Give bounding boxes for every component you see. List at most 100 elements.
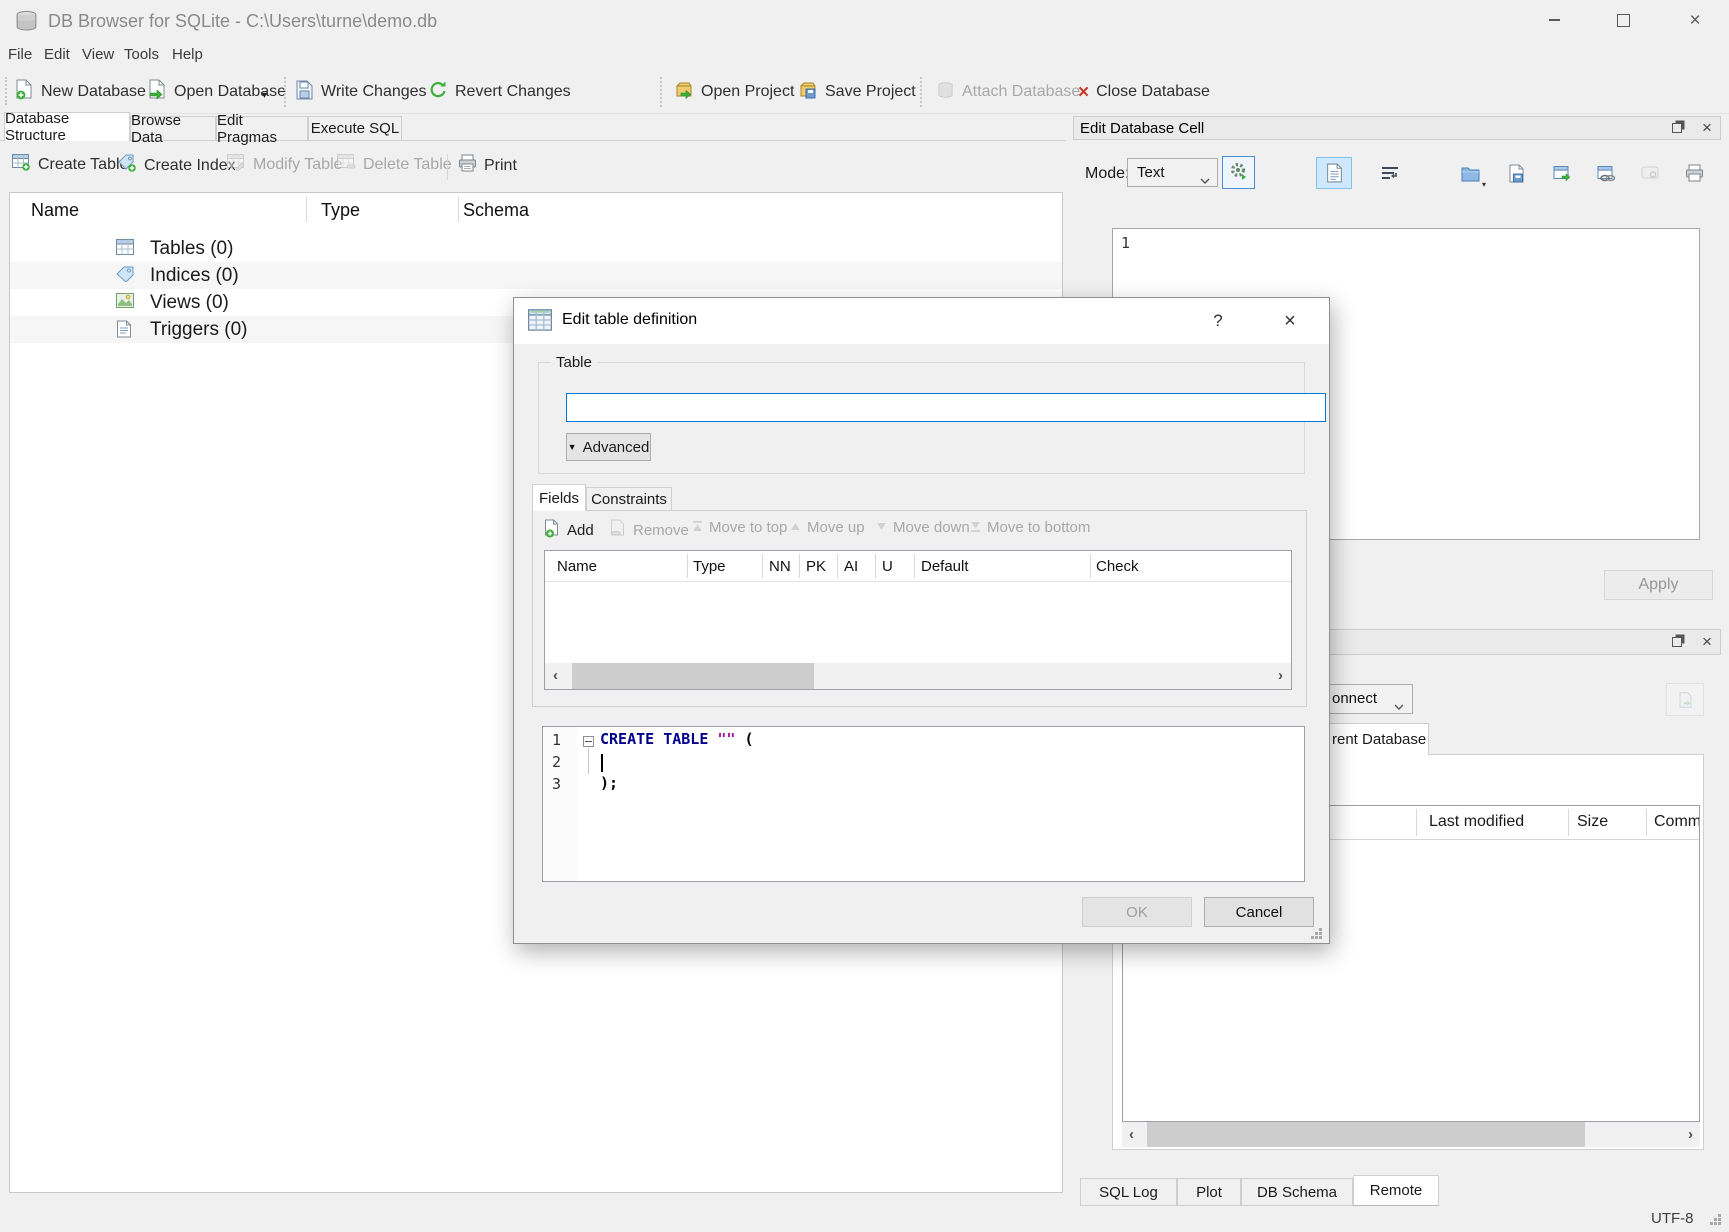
fold-collapse-icon[interactable]: [583, 736, 594, 747]
column-divider[interactable]: [1568, 809, 1569, 836]
link-data-icon[interactable]: [1588, 157, 1624, 189]
sql-preview: 1 2 3 CREATE TABLE "" ( );: [542, 726, 1305, 882]
save-project-button[interactable]: Save Project: [798, 77, 916, 107]
column-divider[interactable]: [306, 197, 307, 222]
tree-column-schema[interactable]: Schema: [463, 200, 529, 221]
dialog-help-button[interactable]: ?: [1200, 305, 1236, 337]
remote-column-last-modified[interactable]: Last modified: [1429, 813, 1524, 831]
dialog-close-button[interactable]: ×: [1272, 305, 1308, 337]
cancel-button[interactable]: Cancel: [1204, 897, 1314, 927]
maximize-button[interactable]: [1600, 0, 1646, 40]
add-field-button[interactable]: Add: [544, 519, 594, 542]
scrollbar-thumb[interactable]: [1147, 1122, 1585, 1147]
close-panel-icon[interactable]: ×: [1700, 635, 1714, 649]
scroll-right-icon[interactable]: ›: [1278, 668, 1283, 683]
remote-tab-label: rent Database: [1332, 731, 1426, 748]
scrollbar-thumb[interactable]: [572, 663, 814, 689]
export-file-icon[interactable]: [1498, 157, 1534, 189]
remote-column-commit[interactable]: Comm: [1654, 813, 1700, 831]
remote-column-size[interactable]: Size: [1577, 813, 1608, 831]
tab-db-schema[interactable]: DB Schema: [1241, 1178, 1353, 1206]
col-name[interactable]: Name: [557, 558, 597, 575]
column-divider[interactable]: [837, 554, 838, 578]
menu-help[interactable]: Help: [164, 42, 211, 67]
col-type[interactable]: Type: [693, 558, 726, 575]
column-divider[interactable]: [687, 554, 688, 578]
write-changes-button[interactable]: Write Changes: [295, 77, 427, 107]
cell-settings-button[interactable]: [1222, 156, 1255, 189]
column-divider[interactable]: [875, 554, 876, 578]
sql-keyword: CREATE TABLE: [600, 730, 708, 748]
menu-file[interactable]: File: [0, 42, 40, 67]
create-table-button[interactable]: Create Table: [12, 154, 128, 176]
create-index-button[interactable]: Create Index: [118, 154, 236, 177]
encoding-status[interactable]: UTF-8: [1651, 1210, 1694, 1227]
tab-sql-log[interactable]: SQL Log: [1080, 1178, 1177, 1206]
tab-label: Remote: [1370, 1182, 1423, 1199]
tab-browse-data[interactable]: Browse Data: [130, 116, 216, 141]
resize-grip-icon[interactable]: [1710, 1214, 1713, 1217]
open-database-dropdown-icon[interactable]: ▾: [262, 90, 267, 101]
fields-grid-hscrollbar[interactable]: ‹ ›: [545, 663, 1291, 689]
column-divider[interactable]: [1090, 554, 1091, 578]
col-u[interactable]: U: [882, 558, 893, 575]
col-default[interactable]: Default: [921, 558, 969, 575]
text-mode-icon[interactable]: [1316, 157, 1352, 189]
column-divider[interactable]: [1646, 809, 1647, 836]
tree-column-type[interactable]: Type: [321, 200, 360, 221]
table-name-input[interactable]: [566, 393, 1326, 422]
close-button[interactable]: ×: [1672, 0, 1718, 40]
remote-hscrollbar[interactable]: ‹ ›: [1122, 1122, 1700, 1147]
tab-remote[interactable]: Remote: [1353, 1175, 1439, 1206]
open-in-window-icon[interactable]: [1544, 157, 1580, 189]
minimize-button[interactable]: [1531, 0, 1577, 40]
dialog-resize-grip-icon[interactable]: [1311, 928, 1314, 931]
line-number: 3: [552, 775, 561, 793]
scroll-right-icon[interactable]: ›: [1688, 1127, 1693, 1142]
import-file-icon[interactable]: ▾: [1452, 157, 1488, 189]
col-ai[interactable]: AI: [844, 558, 858, 575]
menu-edit[interactable]: Edit: [36, 42, 78, 67]
tab-edit-pragmas[interactable]: Edit Pragmas: [216, 116, 308, 141]
revert-changes-button[interactable]: Revert Changes: [428, 77, 571, 107]
tab-execute-sql[interactable]: Execute SQL: [308, 116, 402, 141]
mode-select[interactable]: Text: [1127, 158, 1218, 187]
col-nn[interactable]: NN: [769, 558, 791, 575]
tree-row-indices[interactable]: Indices (0): [10, 262, 1062, 289]
apply-label: Apply: [1638, 576, 1678, 594]
advanced-button[interactable]: ▼ Advanced: [566, 433, 651, 461]
scroll-left-icon[interactable]: ‹: [553, 668, 558, 683]
word-wrap-icon[interactable]: [1372, 157, 1408, 189]
column-divider[interactable]: [762, 554, 763, 578]
tab-fields[interactable]: Fields: [532, 484, 586, 511]
new-database-button[interactable]: New Database: [15, 77, 146, 107]
minimize-icon: [1549, 19, 1560, 21]
tab-database-structure[interactable]: Database Structure: [4, 112, 130, 141]
print-button[interactable]: Print: [458, 154, 517, 178]
tree-column-name[interactable]: Name: [31, 200, 79, 221]
col-pk[interactable]: PK: [806, 558, 826, 575]
fields-grid[interactable]: Name Type NN PK AI U Default Check ‹ ›: [544, 550, 1292, 690]
close-icon: ×: [1284, 310, 1296, 333]
tab-constraints[interactable]: Constraints: [586, 487, 672, 511]
print-icon: [458, 154, 477, 178]
column-divider[interactable]: [1416, 809, 1417, 836]
menu-view[interactable]: View: [74, 42, 122, 67]
tab-plot[interactable]: Plot: [1177, 1178, 1241, 1206]
tree-row-tables[interactable]: Tables (0): [10, 235, 1062, 262]
apply-button[interactable]: Apply: [1604, 570, 1713, 600]
close-panel-icon[interactable]: ×: [1700, 121, 1714, 135]
open-project-button[interactable]: Open Project: [674, 77, 794, 107]
column-divider[interactable]: [458, 197, 459, 222]
float-panel-icon[interactable]: [1670, 121, 1684, 135]
column-divider[interactable]: [799, 554, 800, 578]
print-cell-icon[interactable]: [1676, 157, 1712, 189]
attach-database-icon: [936, 80, 955, 105]
close-database-button[interactable]: × Close Database: [1078, 77, 1210, 107]
tree-row-label: Indices (0): [150, 265, 239, 287]
menu-tools[interactable]: Tools: [116, 42, 167, 67]
float-panel-icon[interactable]: [1670, 635, 1684, 649]
column-divider[interactable]: [914, 554, 915, 578]
scroll-left-icon[interactable]: ‹: [1129, 1127, 1134, 1142]
col-check[interactable]: Check: [1096, 558, 1139, 575]
